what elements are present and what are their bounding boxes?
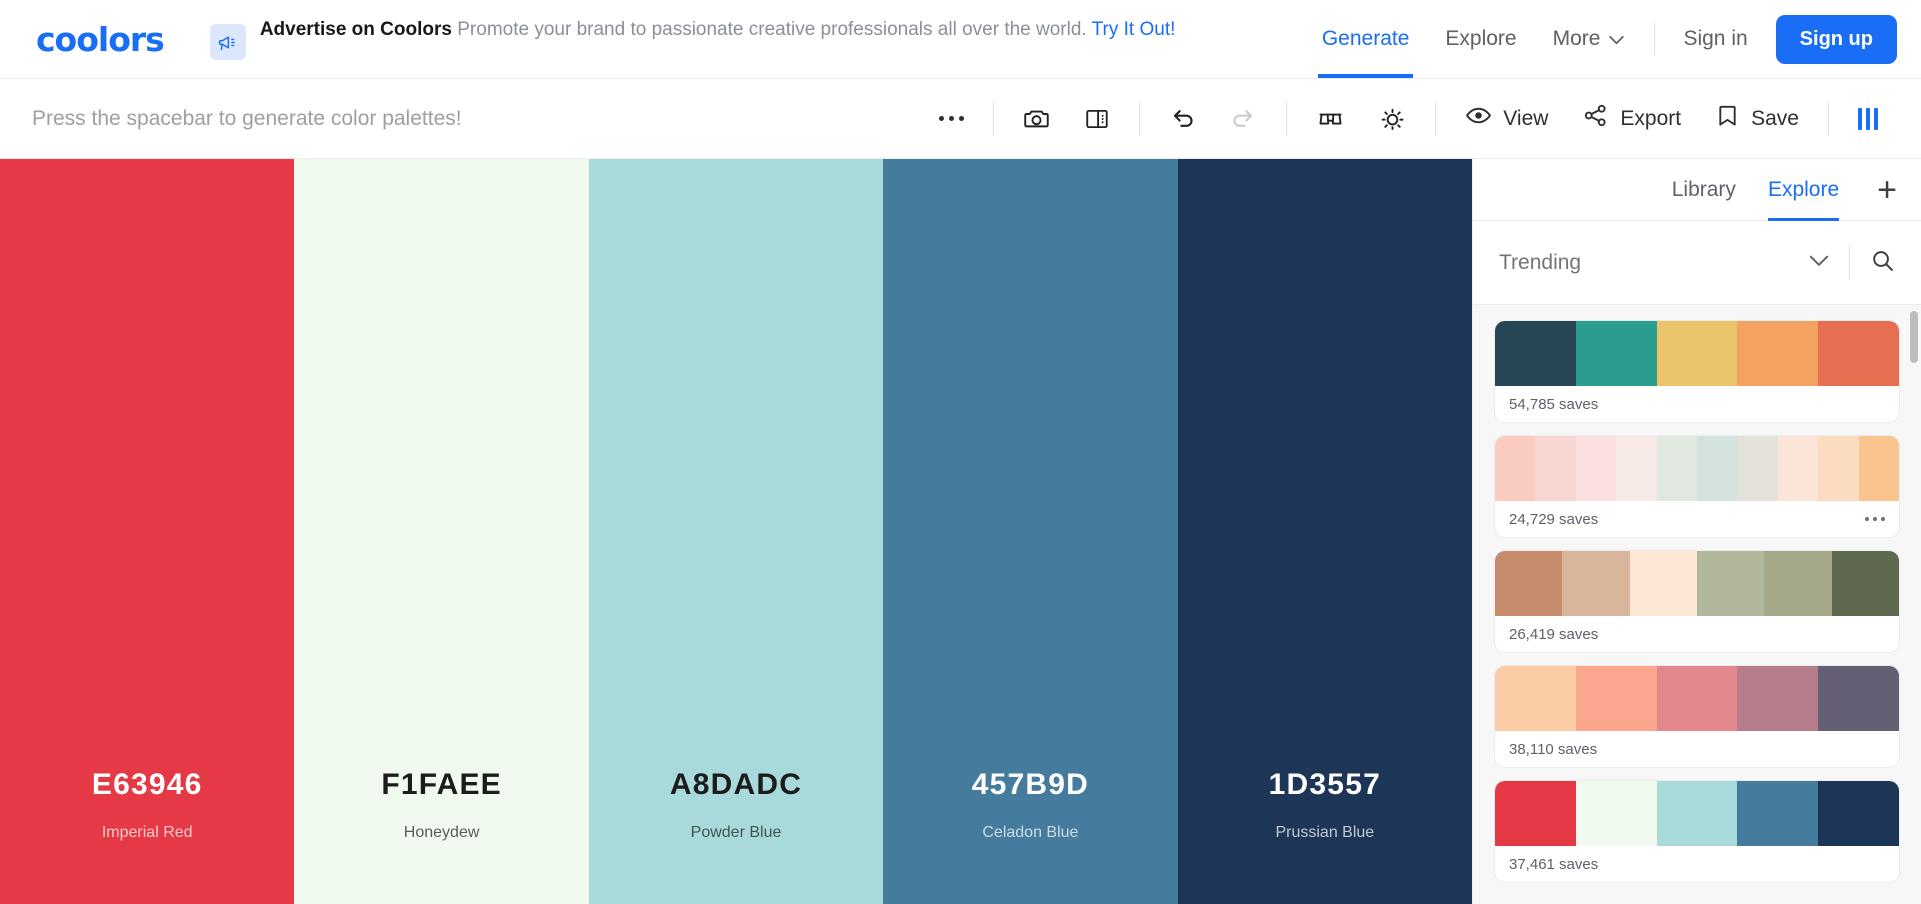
palette-card[interactable]: 24,729 saves: [1495, 436, 1899, 537]
nav-generate-label: Generate: [1321, 27, 1410, 50]
swatch-name: Celadon Blue: [982, 824, 1079, 841]
swatch-hex[interactable]: 1D3557: [1269, 768, 1381, 802]
export-button[interactable]: Export: [1565, 97, 1698, 141]
filter-select-value[interactable]: Trending: [1499, 251, 1581, 275]
ad-description: Promote your brand to passionate creativ…: [457, 19, 1087, 40]
color-swatch[interactable]: F1FAEE Honeydew: [294, 159, 589, 904]
top-header: coolors Advertise on Coolors Promote you…: [0, 0, 1921, 79]
spacebar-hint: Press the spacebar to generate color pal…: [32, 106, 462, 130]
undo-icon[interactable]: [1152, 97, 1213, 141]
palette-card[interactable]: 38,110 saves: [1495, 666, 1899, 767]
adjust-brightness-icon[interactable]: [1362, 97, 1423, 141]
chevron-down-icon: [1609, 27, 1625, 51]
toolbar-divider: [1286, 101, 1288, 136]
swatch-name: Honeydew: [403, 824, 480, 841]
sidebar-tabs: Library Explore +: [1473, 159, 1921, 221]
palette-options-icon[interactable]: [1865, 517, 1885, 521]
swatch-hex[interactable]: E63946: [92, 768, 203, 802]
sign-in-link[interactable]: Sign in: [1667, 27, 1763, 51]
chevron-down-icon[interactable]: [1809, 254, 1829, 272]
swatch-hex[interactable]: 457B9D: [972, 768, 1089, 802]
share-icon: [1582, 102, 1609, 135]
nav-explore-label: Explore: [1445, 27, 1517, 50]
advertisement-banner[interactable]: Advertise on Coolors Promote your brand …: [209, 18, 1176, 60]
tab-library-label: Library: [1671, 177, 1736, 201]
explore-sidebar: Library Explore + Trending 54,785 saves …: [1472, 159, 1921, 904]
swatch-hex[interactable]: F1FAEE: [381, 768, 502, 802]
color-swatch[interactable]: A8DADC Powder Blue: [588, 159, 884, 904]
view-button[interactable]: View: [1448, 97, 1565, 141]
glasses-icon[interactable]: [1299, 97, 1362, 141]
palette-list[interactable]: 54,785 saves 24,729 saves 26,419 saves 3…: [1473, 305, 1921, 904]
palette-meta: 24,729 saves: [1495, 501, 1899, 537]
swatch-name: Powder Blue: [690, 824, 782, 841]
saves-count: 24,729 saves: [1509, 510, 1599, 528]
palette-strip: [1495, 666, 1899, 731]
view-icon: [1465, 102, 1492, 135]
nav-explore[interactable]: Explore: [1427, 0, 1534, 78]
color-palette: E63946 Imperial Red F1FAEE Honeydew A8DA…: [0, 159, 1473, 904]
nav-more[interactable]: More: [1535, 0, 1643, 78]
sidebar-filter-bar: Trending: [1473, 221, 1921, 305]
color-swatch[interactable]: 1D3557 Prussian Blue: [1177, 159, 1473, 904]
toolbar-actions: View Export Save: [922, 97, 1921, 141]
palette-meta: 26,419 saves: [1495, 616, 1899, 652]
color-swatch[interactable]: E63946 Imperial Red: [0, 159, 295, 904]
color-swatch[interactable]: 457B9D Celadon Blue: [883, 159, 1178, 904]
saves-count: 37,461 saves: [1509, 855, 1599, 873]
palette-strip: [1495, 436, 1899, 501]
palette-card[interactable]: 54,785 saves: [1495, 321, 1899, 422]
ad-copy: Advertise on Coolors Promote your brand …: [260, 18, 1176, 42]
saves-count: 26,419 saves: [1509, 625, 1599, 643]
bookmark-icon: [1715, 103, 1740, 134]
palette-card[interactable]: 26,419 saves: [1495, 551, 1899, 652]
toolbar-divider: [1435, 101, 1437, 136]
tab-explore[interactable]: Explore: [1767, 159, 1840, 221]
coolors-logo[interactable]: coolors: [36, 20, 165, 59]
palette-card[interactable]: 37,461 saves: [1495, 781, 1899, 882]
sidebar-scrollbar[interactable]: [1910, 305, 1918, 904]
palette-toolbar: Press the spacebar to generate color pal…: [0, 79, 1921, 159]
redo-icon[interactable]: [1213, 97, 1274, 141]
ad-cta-link[interactable]: Try It Out!: [1092, 19, 1176, 40]
megaphone-icon: [209, 24, 246, 60]
ad-title: Advertise on Coolors: [259, 19, 452, 40]
palette-meta: 38,110 saves: [1495, 731, 1899, 767]
palette-strip: [1495, 781, 1899, 846]
scrollbar-thumb[interactable]: [1910, 311, 1918, 363]
columns-icon[interactable]: [1841, 97, 1895, 141]
plus-icon[interactable]: +: [1877, 173, 1897, 207]
palette-meta: 54,785 saves: [1495, 386, 1899, 422]
toolbar-divider: [1139, 101, 1141, 136]
swatch-name: Prussian Blue: [1275, 824, 1375, 841]
saves-count: 38,110 saves: [1509, 740, 1598, 758]
tab-library[interactable]: Library: [1672, 159, 1736, 221]
layout-icon[interactable]: [1067, 97, 1127, 141]
camera-icon[interactable]: [1006, 97, 1067, 141]
palette-strip: [1495, 321, 1899, 386]
sign-up-button[interactable]: Sign up: [1775, 14, 1897, 64]
main-navigation: Generate Explore More Sign in Sign up: [1304, 0, 1897, 78]
export-label: Export: [1620, 106, 1682, 130]
save-button[interactable]: Save: [1698, 97, 1816, 141]
nav-divider: [1654, 23, 1656, 55]
palette-meta: 37,461 saves: [1495, 846, 1899, 882]
save-label: Save: [1751, 106, 1799, 130]
swatch-name: Imperial Red: [101, 824, 193, 841]
toolbar-divider: [1828, 101, 1829, 136]
toolbar-divider: [993, 101, 995, 136]
saves-count: 54,785 saves: [1509, 395, 1599, 413]
filter-divider: [1849, 245, 1850, 280]
view-label: View: [1503, 106, 1549, 130]
main-content: E63946 Imperial Red F1FAEE Honeydew A8DA…: [0, 159, 1921, 904]
search-icon[interactable]: [1870, 248, 1895, 278]
swatch-hex[interactable]: A8DADC: [670, 768, 802, 802]
palette-strip: [1495, 551, 1899, 616]
nav-generate[interactable]: Generate: [1304, 0, 1428, 78]
tab-explore-label: Explore: [1767, 177, 1840, 201]
more-options-icon[interactable]: [922, 97, 981, 141]
nav-more-label: More: [1552, 27, 1601, 50]
